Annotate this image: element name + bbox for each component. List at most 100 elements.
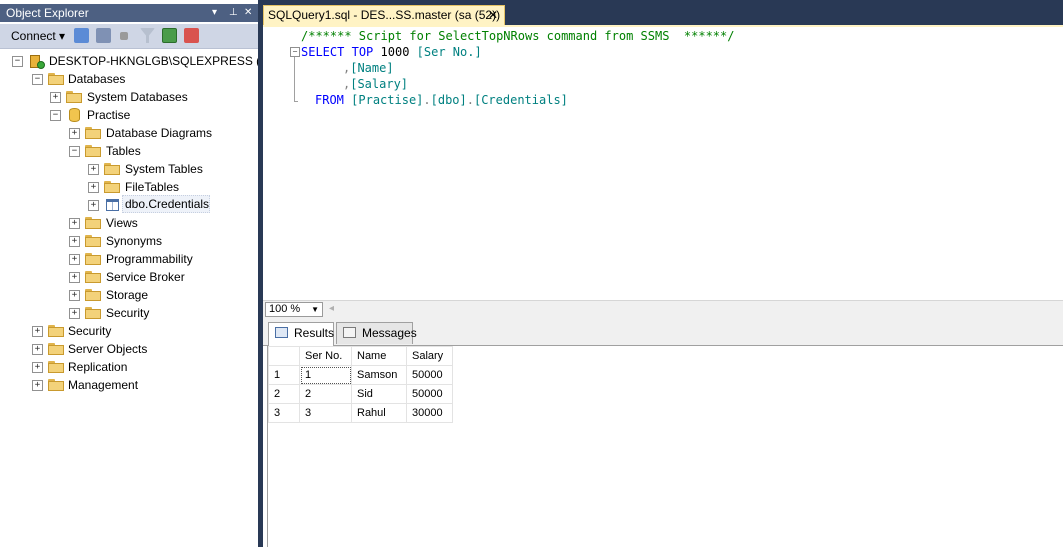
table-cell[interactable]: 50000 [406, 365, 453, 385]
folder-icon [104, 181, 120, 193]
results-pane: Results Messages Ser No. Name Salary 1 1… [263, 319, 1063, 547]
object-explorer-tree: − DESKTOP-HKNGLGB\SQLEXPRESS (SQL − Data… [0, 49, 284, 547]
collapse-icon[interactable]: − [12, 56, 23, 67]
tree-node-management[interactable]: + Management [0, 376, 258, 394]
filter-icon[interactable] [140, 28, 155, 43]
editor-zoom-bar: 100 % ▼ ◂ [263, 300, 1063, 319]
window-position-icon[interactable]: ▾ [212, 4, 217, 22]
expand-icon[interactable]: + [32, 380, 43, 391]
tree-node-label: Security [68, 324, 112, 338]
query-document-tab[interactable]: SQLQuery1.sql - DES...SS.master (sa (52)… [263, 5, 505, 25]
tab-messages-label: Messages [362, 326, 417, 340]
expand-icon[interactable]: + [32, 362, 43, 373]
column-header-ser-no[interactable]: Ser No. [299, 346, 352, 366]
row-number[interactable]: 3 [268, 403, 300, 423]
expand-icon[interactable]: + [88, 200, 99, 211]
folder-icon [48, 343, 64, 355]
expand-icon[interactable]: + [32, 344, 43, 355]
table-cell[interactable]: 30000 [406, 403, 453, 423]
folder-icon [85, 217, 101, 229]
folder-icon [85, 289, 101, 301]
results-tabbar: Results Messages [263, 319, 1063, 346]
tree-node-label: Server Objects [68, 342, 148, 356]
table-cell[interactable]: Samson [351, 365, 407, 385]
tree-node-database-diagrams[interactable]: + Database Diagrams [0, 124, 258, 142]
tree-node-filetables[interactable]: + FileTables [0, 178, 258, 196]
column-header-name[interactable]: Name [351, 346, 407, 366]
connect-object-explorer-icon[interactable] [74, 28, 89, 43]
expand-icon[interactable]: + [88, 182, 99, 193]
column-header-salary[interactable]: Salary [406, 346, 453, 366]
close-tab-icon[interactable]: ✕ [488, 8, 498, 22]
tree-node-synonyms[interactable]: + Synonyms [0, 232, 258, 250]
folder-icon [48, 379, 64, 391]
scroll-left-icon[interactable]: ◂ [329, 303, 334, 314]
tab-messages[interactable]: Messages [336, 322, 417, 344]
object-explorer-titlebar: Object Explorer ▾ ⊥ ✕ [0, 4, 258, 22]
tree-node-practise[interactable]: − Practise [0, 106, 258, 124]
expand-icon[interactable]: + [69, 308, 80, 319]
expand-icon[interactable]: + [69, 128, 80, 139]
expand-icon[interactable]: + [69, 290, 80, 301]
tree-node-programmability[interactable]: + Programmability [0, 250, 258, 268]
table-cell[interactable]: 3 [299, 403, 352, 423]
disconnect-icon[interactable] [96, 28, 111, 43]
tree-node-views[interactable]: + Views [0, 214, 258, 232]
code-line-4: ,[Salary] [343, 77, 409, 91]
fold-collapse-icon[interactable]: − [290, 47, 300, 57]
selected-node-highlight: dbo.Credentials [122, 195, 210, 213]
activity-monitor-icon[interactable] [184, 28, 199, 43]
table-cell[interactable]: Sid [351, 384, 407, 404]
tree-node-replication[interactable]: + Replication [0, 358, 258, 376]
table-cell[interactable]: Rahul [351, 403, 407, 423]
expand-icon[interactable]: + [69, 272, 80, 283]
auto-hide-pin-icon[interactable]: ⊥ [229, 4, 238, 22]
collapse-icon[interactable]: − [69, 146, 80, 157]
code-line-2: SELECT TOP 1000 [Ser No.] [301, 45, 482, 59]
stop-icon[interactable] [120, 32, 128, 40]
tree-node-service-broker[interactable]: + Service Broker [0, 268, 258, 286]
expand-icon[interactable]: + [69, 236, 80, 247]
tree-node-dbo-credentials[interactable]: + dbo.Credentials [0, 195, 258, 214]
tree-node-db-security[interactable]: + Security [0, 304, 258, 322]
tree-node-server-objects[interactable]: + Server Objects [0, 340, 258, 358]
refresh-icon[interactable] [162, 28, 177, 43]
tree-node-storage[interactable]: + Storage [0, 286, 258, 304]
expand-icon[interactable]: + [50, 92, 61, 103]
table-header-row: Ser No. Name Salary [268, 346, 453, 366]
expand-icon[interactable]: + [69, 254, 80, 265]
tree-node-label: FileTables [125, 180, 180, 194]
table-row: 1 1 Samson 50000 [268, 365, 453, 385]
close-panel-icon[interactable]: ✕ [244, 4, 252, 22]
expand-icon[interactable]: + [88, 164, 99, 175]
tree-node-server[interactable]: − DESKTOP-HKNGLGB\SQLEXPRESS (SQL [0, 52, 284, 70]
tree-node-databases[interactable]: − Databases [0, 70, 258, 88]
connect-button[interactable]: Connect ▾ [11, 28, 65, 44]
tree-node-label: Database Diagrams [106, 126, 213, 140]
expand-icon[interactable]: + [32, 326, 43, 337]
table-cell[interactable]: 1 [299, 365, 352, 385]
folder-icon [85, 307, 101, 319]
tree-node-label: Security [106, 306, 150, 320]
tree-node-label: Tables [106, 144, 141, 158]
tree-node-security[interactable]: + Security [0, 322, 258, 340]
query-tab-title: SQLQuery1.sql - DES...SS.master (sa (52)… [268, 8, 501, 22]
tab-results[interactable]: Results [268, 322, 334, 346]
table-cell[interactable]: 2 [299, 384, 352, 404]
row-number[interactable]: 2 [268, 384, 300, 404]
expand-icon[interactable]: + [69, 218, 80, 229]
code-line-3: ,[Name] [343, 61, 394, 75]
messages-icon [343, 327, 356, 338]
tree-node-system-databases[interactable]: + System Databases [0, 88, 258, 106]
tree-node-tables[interactable]: − Tables [0, 142, 258, 160]
sql-editor[interactable]: − /****** Script for SelectTopNRows comm… [263, 27, 1063, 300]
row-number[interactable]: 1 [268, 365, 300, 385]
zoom-dropdown[interactable]: 100 % ▼ [265, 302, 323, 317]
object-explorer-panel: Object Explorer ▾ ⊥ ✕ Connect ▾ − DESKTO… [0, 0, 284, 547]
tree-node-system-tables[interactable]: + System Tables [0, 160, 258, 178]
zoom-value: 100 % [269, 303, 301, 315]
collapse-icon[interactable]: − [32, 74, 43, 85]
collapse-icon[interactable]: − [50, 110, 61, 121]
tab-results-label: Results [294, 326, 335, 340]
table-cell[interactable]: 50000 [406, 384, 453, 404]
